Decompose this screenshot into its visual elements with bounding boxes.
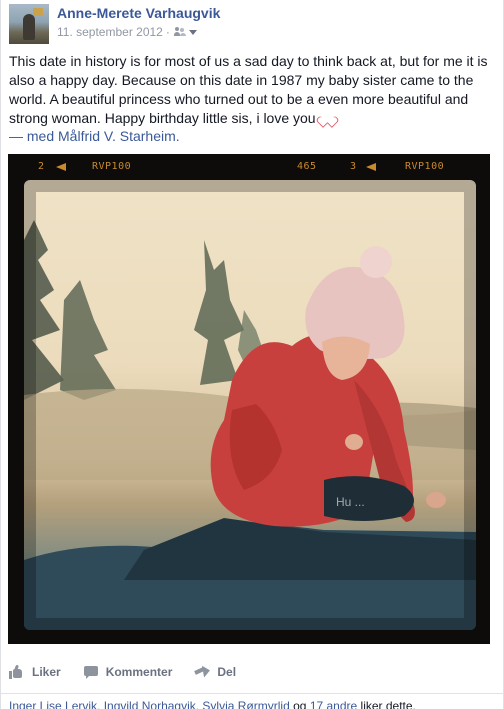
post-actions: Liker Kommenter Del (9, 660, 258, 684)
share-icon (194, 664, 212, 679)
like-button[interactable]: Liker (9, 664, 61, 679)
friends-icon[interactable] (173, 27, 186, 37)
likes-suffix: liker dette. (360, 699, 416, 709)
post-date[interactable]: 11. september 2012 (57, 25, 163, 39)
divider (1, 693, 504, 694)
film-label: 3 (350, 161, 357, 172)
tagged-person-link[interactable]: Målfrid V. Starheim (58, 128, 176, 144)
thumbs-up-icon (9, 664, 25, 679)
meta-separator: · (165, 25, 170, 39)
likes-joiner: og (293, 699, 307, 709)
share-label: Del (217, 665, 237, 679)
liker-names-link[interactable]: Inger Lise Lervik, Ingvild Norhagvik, Sy… (9, 699, 290, 709)
comment-icon (83, 665, 99, 679)
comment-label: Kommenter (105, 665, 173, 679)
post-body: This date in history is for most of us a… (9, 53, 488, 126)
likes-summary: Inger Lise Lervik, Ingvild Norhagvik, Sy… (9, 699, 499, 709)
film-arrow-icon (56, 163, 66, 171)
with-prefix: — med (9, 128, 55, 144)
photo-illustration: Hu ... (24, 180, 476, 630)
film-label: 465 (297, 161, 317, 172)
photo-image: Hu ... (24, 180, 476, 630)
share-button[interactable]: Del (194, 664, 237, 679)
tagged-with: — med Målfrid V. Starheim. (9, 128, 180, 144)
avatar[interactable] (9, 4, 49, 44)
post-text: This date in history is for most of us a… (9, 52, 499, 128)
avatar-flag (33, 8, 43, 16)
avatar-figure (23, 14, 35, 40)
with-suffix: . (175, 128, 180, 144)
heart-icon (321, 112, 334, 124)
film-arrow-icon (366, 163, 376, 171)
comment-button[interactable]: Kommenter (83, 665, 173, 679)
film-strip: 2 RVP100 465 3 RVP100 (8, 154, 490, 178)
post-photo[interactable]: 2 RVP100 465 3 RVP100 Hu ... (8, 154, 490, 644)
author-name[interactable]: Anne-Merete Varhaugvik (57, 5, 220, 21)
svg-text:Hu ...: Hu ... (336, 495, 365, 509)
likes-others-link[interactable]: 17 andre (310, 699, 357, 709)
post-meta: 11. september 2012 · (57, 25, 197, 39)
film-label: 2 (38, 161, 45, 172)
like-label: Liker (32, 665, 61, 679)
film-label: RVP100 (92, 161, 132, 172)
post-header: Anne-Merete Varhaugvik 11. september 201… (9, 4, 489, 44)
facebook-post: Anne-Merete Varhaugvik 11. september 201… (0, 0, 504, 709)
film-label: RVP100 (405, 161, 445, 172)
chevron-down-icon[interactable] (188, 29, 197, 35)
